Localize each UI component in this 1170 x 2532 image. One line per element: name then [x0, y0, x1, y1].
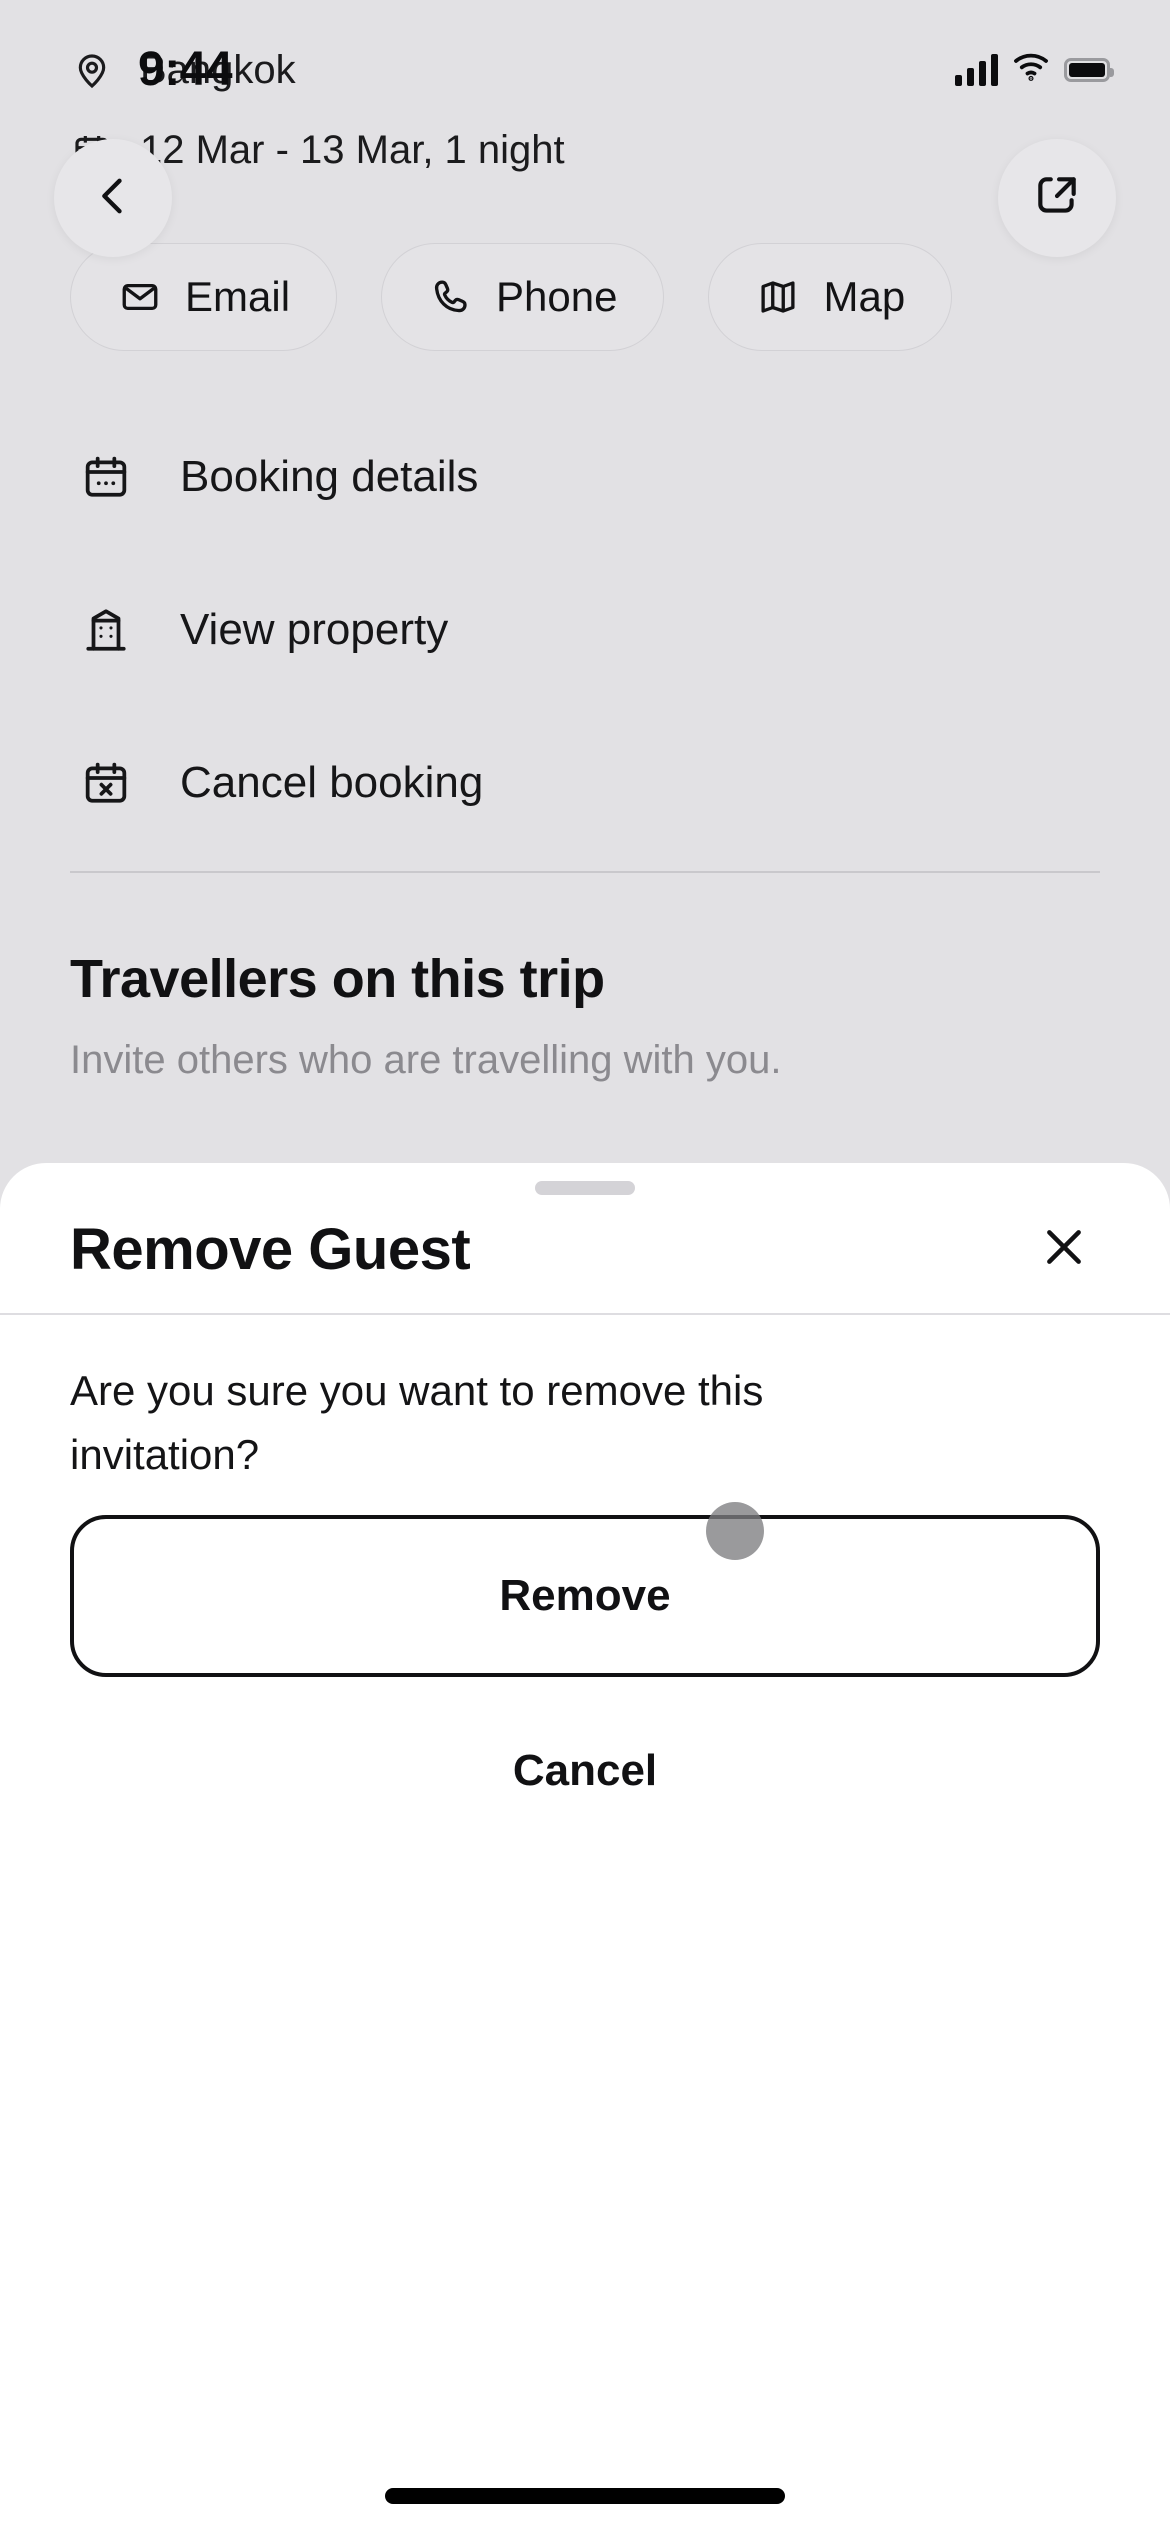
confirmation-message: Are you sure you want to remove this inv… — [70, 1367, 764, 1478]
phone-screen: Bangkok 12 Mar - 13 Mar, 1 night Email P… — [0, 0, 1170, 2532]
close-icon — [1037, 1220, 1091, 1279]
remove-button[interactable]: Remove — [70, 1515, 1100, 1677]
sheet-header-divider — [0, 1313, 1170, 1315]
home-indicator — [385, 2488, 785, 2504]
cancel-button[interactable]: Cancel — [0, 1711, 1170, 1831]
remove-guest-sheet: Remove Guest Are you sure you want to re… — [0, 1163, 1170, 2532]
close-button[interactable] — [1028, 1213, 1100, 1285]
sheet-header: Remove Guest — [0, 1163, 1170, 1313]
cursor-pointer — [706, 1502, 764, 1560]
sheet-title: Remove Guest — [70, 1216, 471, 1282]
